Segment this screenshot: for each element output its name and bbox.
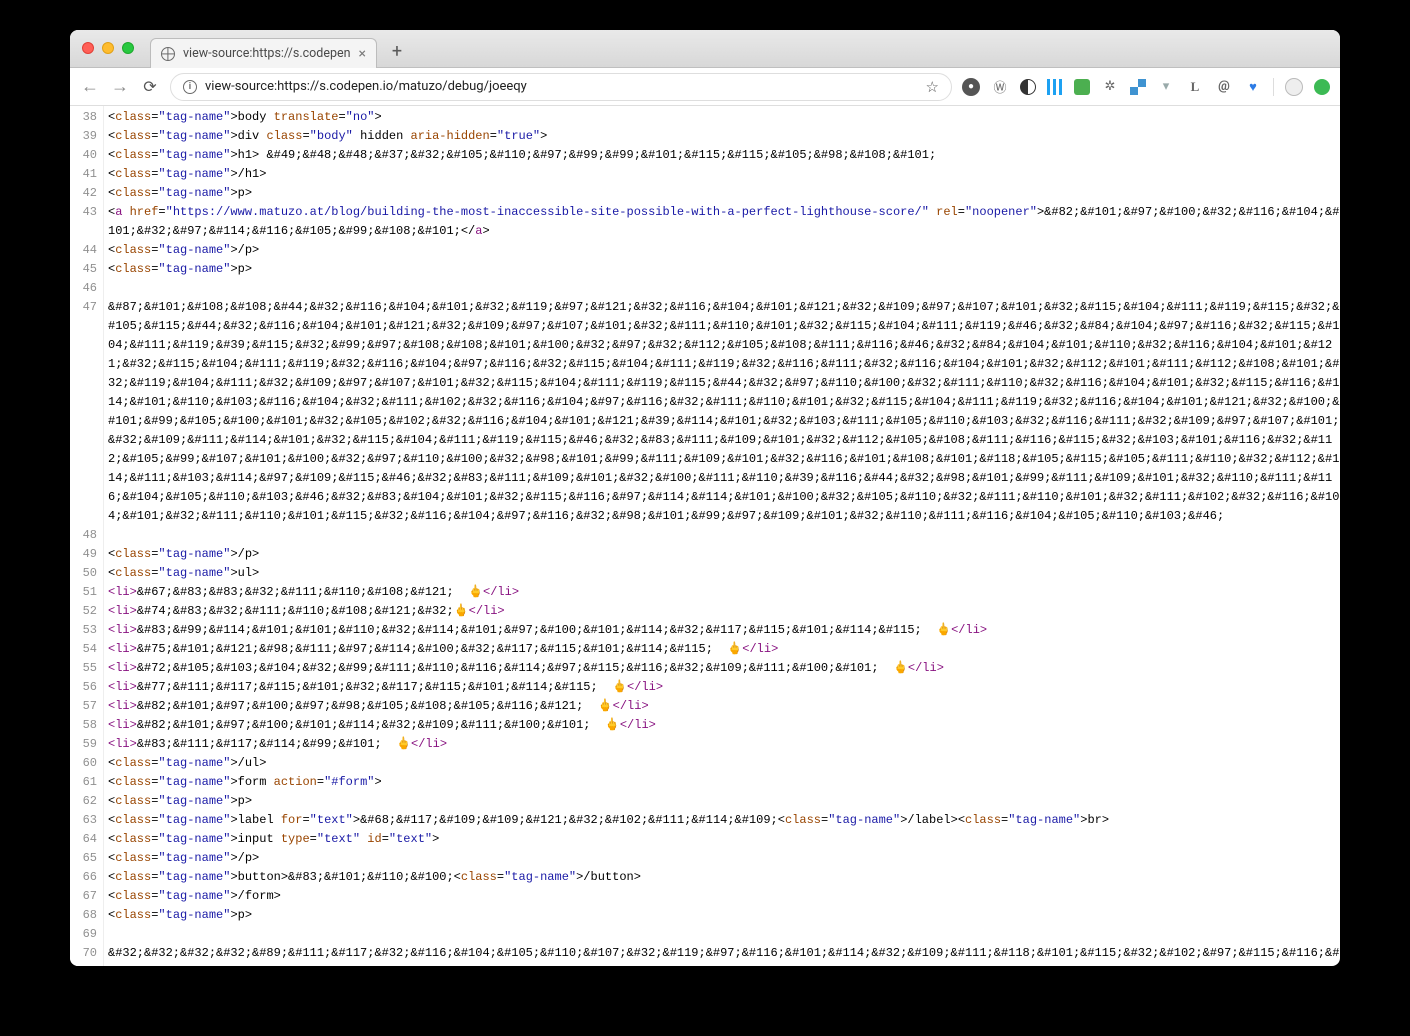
source-code[interactable]: <class="tag-name">body translate="no"><c… <box>104 106 1340 966</box>
new-tab-button[interactable]: + <box>383 37 411 65</box>
extension-icon[interactable]: Ⓦ <box>991 78 1009 96</box>
source-view: 3839404142434445464748495051525354555657… <box>70 106 1340 966</box>
extension-icon[interactable] <box>1047 79 1063 95</box>
extension-icon[interactable] <box>1314 79 1330 95</box>
close-window-button[interactable] <box>82 42 94 54</box>
window-controls <box>82 42 134 54</box>
extension-icon[interactable] <box>1074 79 1090 95</box>
extensions: ● Ⓦ ✲ ▾ L @ ♥ <box>962 78 1330 96</box>
maximize-window-button[interactable] <box>122 42 134 54</box>
globe-icon <box>161 47 175 61</box>
extension-icon[interactable] <box>1130 79 1146 95</box>
minimize-window-button[interactable] <box>102 42 114 54</box>
browser-window: view-source:https://s.codepen × + ← → ⟳ … <box>70 30 1340 966</box>
titlebar: view-source:https://s.codepen × + <box>70 30 1340 68</box>
site-info-icon[interactable]: i <box>183 80 197 94</box>
back-button[interactable]: ← <box>80 76 100 97</box>
tab-title: view-source:https://s.codepen <box>183 46 351 61</box>
extension-icon[interactable]: ♥ <box>1244 78 1262 96</box>
extension-icon[interactable]: L <box>1186 78 1204 96</box>
close-tab-button[interactable]: × <box>359 47 366 61</box>
tab-strip: view-source:https://s.codepen × + <box>150 30 411 67</box>
reload-button[interactable]: ⟳ <box>140 77 160 96</box>
bookmark-star-icon[interactable]: ☆ <box>926 78 939 96</box>
extension-icon[interactable] <box>1020 79 1036 95</box>
extension-icon[interactable]: ▾ <box>1157 78 1175 96</box>
url-text: view-source:https://s.codepen.io/matuzo/… <box>205 79 527 94</box>
extension-icon[interactable]: @ <box>1215 78 1233 96</box>
profile-avatar-icon[interactable] <box>1285 78 1303 96</box>
address-bar[interactable]: i view-source:https://s.codepen.io/matuz… <box>170 73 952 101</box>
extension-icon[interactable]: ● <box>962 78 980 96</box>
divider <box>1273 78 1274 96</box>
toolbar: ← → ⟳ i view-source:https://s.codepen.io… <box>70 68 1340 106</box>
extension-icon[interactable]: ✲ <box>1101 78 1119 96</box>
browser-tab[interactable]: view-source:https://s.codepen × <box>150 38 377 68</box>
forward-button[interactable]: → <box>110 76 130 97</box>
line-number-gutter: 3839404142434445464748495051525354555657… <box>70 106 104 966</box>
